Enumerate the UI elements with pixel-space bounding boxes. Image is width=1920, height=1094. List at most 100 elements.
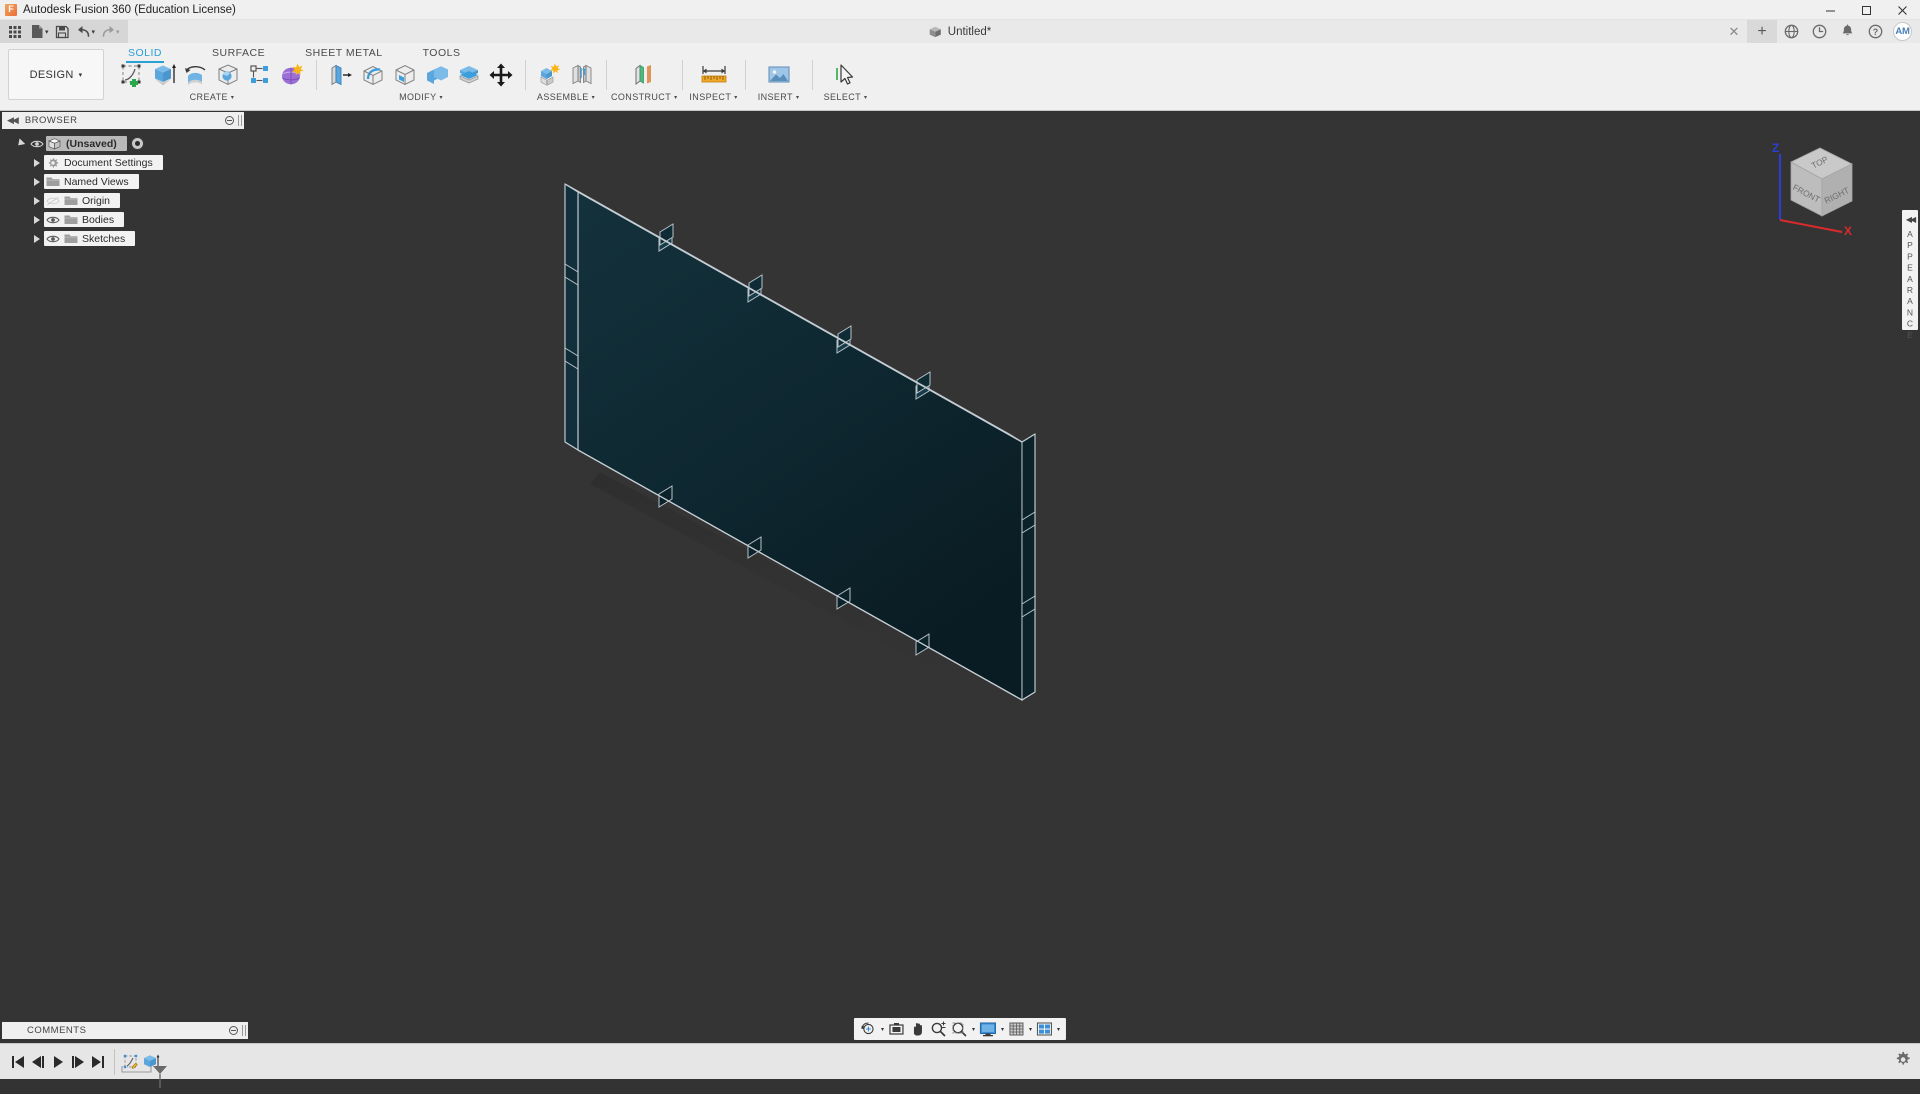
move-copy-icon[interactable] — [486, 60, 516, 90]
expand-arrow-icon[interactable] — [30, 159, 44, 167]
panel-create-label[interactable]: CREATE ▾ — [190, 92, 235, 102]
visibility-eye-icon[interactable] — [44, 234, 62, 244]
play-icon[interactable] — [48, 1050, 68, 1074]
new-document-icon[interactable] — [26, 21, 48, 42]
tree-row-named-views[interactable]: Named Views — [0, 172, 248, 191]
close-button[interactable] — [1884, 0, 1920, 20]
visibility-eye-off-icon[interactable] — [44, 196, 62, 206]
expand-arrow-icon[interactable] — [30, 178, 44, 186]
timeline-marker[interactable] — [119, 1066, 179, 1094]
avatar[interactable]: AM — [1893, 22, 1912, 41]
timeline-settings-gear-icon[interactable] — [1895, 1051, 1912, 1073]
step-forward-icon[interactable] — [68, 1050, 88, 1074]
workspace-switcher[interactable]: DESIGN ▾ — [8, 49, 104, 100]
appearance-panel-tab[interactable]: ◀◀ APPEARANCE — [1902, 210, 1918, 330]
panel-modify-label[interactable]: MODIFY ▾ — [399, 92, 443, 102]
expand-arrow-icon[interactable] — [30, 235, 44, 243]
press-pull-icon[interactable] — [326, 60, 356, 90]
chevron-down-icon[interactable]: ▾ — [1001, 1026, 1004, 1033]
joint-icon[interactable] — [567, 60, 597, 90]
tree-chip-named-views[interactable]: Named Views — [44, 174, 139, 189]
chevron-down-icon[interactable]: ▾ — [1057, 1026, 1060, 1033]
extrude-icon[interactable] — [149, 60, 179, 90]
viewports-icon[interactable] — [1034, 1019, 1055, 1039]
comments-minimize-icon[interactable] — [229, 1026, 238, 1035]
new-component-icon[interactable] — [535, 60, 565, 90]
tree-row-unsaved[interactable]: (Unsaved) — [0, 134, 248, 153]
tab-solid[interactable]: SOLID — [122, 47, 168, 59]
tree-row-sketches[interactable]: Sketches — [0, 229, 248, 248]
tree-row-origin[interactable]: Origin — [0, 191, 248, 210]
sphere-icon[interactable] — [213, 60, 243, 90]
grid-snaps-icon[interactable] — [1006, 1019, 1027, 1039]
look-at-icon[interactable] — [886, 1019, 907, 1039]
offset-plane-icon[interactable] — [629, 60, 659, 90]
comments-resize-grip[interactable] — [242, 1025, 246, 1036]
tree-row-document-settings[interactable]: Document Settings — [0, 153, 248, 172]
expand-arrow-icon[interactable] — [14, 141, 28, 147]
select-cursor-icon[interactable] — [831, 60, 861, 90]
chevron-down-icon[interactable]: ▾ — [881, 1026, 884, 1033]
chevron-down-icon[interactable]: ▾ — [972, 1026, 975, 1033]
browser-minimize-icon[interactable] — [225, 116, 234, 125]
go-to-beginning-icon[interactable] — [8, 1050, 28, 1074]
pan-icon[interactable] — [907, 1019, 928, 1039]
clock-icon[interactable] — [1805, 20, 1833, 43]
fillet-icon[interactable] — [358, 60, 388, 90]
expand-arrow-icon[interactable] — [30, 197, 44, 205]
shell-icon[interactable] — [390, 60, 420, 90]
visibility-eye-icon[interactable] — [44, 215, 62, 225]
maximize-button[interactable] — [1848, 0, 1884, 20]
tab-tools[interactable]: TOOLS — [417, 47, 467, 59]
zoom-icon[interactable] — [928, 1019, 949, 1039]
browser-resize-grip[interactable] — [238, 115, 242, 126]
save-icon[interactable] — [51, 21, 73, 42]
chevron-down-icon[interactable]: ▾ — [1029, 1026, 1032, 1033]
measure-icon[interactable] — [699, 60, 729, 90]
tab-surface[interactable]: SURFACE — [206, 47, 271, 59]
combine-icon[interactable] — [422, 60, 452, 90]
collapse-left-icon[interactable]: ◀◀ — [1906, 215, 1914, 224]
document-tab[interactable]: Untitled* — [929, 20, 991, 43]
tree-chip-unsaved[interactable]: (Unsaved) — [46, 136, 127, 151]
panel-construct-label[interactable]: CONSTRUCT ▾ — [611, 92, 678, 102]
form-icon[interactable] — [277, 60, 307, 90]
undo-icon[interactable] — [73, 21, 95, 42]
view-cube[interactable]: Z X TOP FRONT RIGHT — [1758, 132, 1868, 242]
expand-arrow-icon[interactable] — [30, 216, 44, 224]
panel-assemble-label[interactable]: ASSEMBLE ▾ — [537, 92, 595, 102]
panel-inspect-label[interactable]: INSPECT ▾ — [689, 92, 737, 102]
visibility-eye-icon[interactable] — [28, 139, 46, 149]
panel-select-label[interactable]: SELECT ▾ — [824, 92, 868, 102]
pattern-icon[interactable] — [245, 60, 275, 90]
revolve-icon[interactable] — [181, 60, 211, 90]
collapse-left-icon[interactable]: ◀◀ — [7, 115, 17, 126]
split-face-icon[interactable] — [454, 60, 484, 90]
tree-chip-sketches[interactable]: Sketches — [44, 231, 135, 246]
ribbon-tabs: SOLID SURFACE SHEET METAL TOOLS — [112, 43, 1920, 59]
display-settings-icon[interactable] — [977, 1019, 999, 1039]
step-back-icon[interactable] — [28, 1050, 48, 1074]
insert-image-icon[interactable] — [764, 60, 794, 90]
tab-sheet-metal[interactable]: SHEET METAL — [299, 47, 388, 59]
tree-chip-document-settings[interactable]: Document Settings — [44, 155, 163, 170]
canvas-3d-viewport[interactable] — [0, 112, 1920, 1079]
redo-icon[interactable] — [97, 21, 119, 42]
orbit-icon[interactable] — [858, 1019, 879, 1039]
minimize-button[interactable] — [1812, 0, 1848, 20]
panel-insert-label[interactable]: INSERT ▾ — [758, 92, 800, 102]
globe-icon[interactable] — [1777, 20, 1805, 43]
document-tab-close-icon[interactable]: ✕ — [1721, 20, 1747, 43]
zoom-window-icon[interactable] — [949, 1019, 970, 1039]
create-sketch-icon[interactable] — [117, 60, 147, 90]
help-question-icon[interactable]: ? — [1861, 20, 1889, 43]
tree-row-bodies[interactable]: Bodies — [0, 210, 248, 229]
tree-chip-origin[interactable]: Origin — [44, 193, 120, 208]
ribbon-panels: CREATE ▾ — [112, 59, 1920, 109]
bell-icon[interactable] — [1833, 20, 1861, 43]
activate-component-radio[interactable] — [131, 137, 144, 150]
go-to-end-icon[interactable] — [88, 1050, 108, 1074]
new-tab-button[interactable]: + — [1747, 20, 1777, 43]
tree-chip-bodies[interactable]: Bodies — [44, 212, 124, 227]
app-grid-icon[interactable] — [4, 21, 26, 42]
